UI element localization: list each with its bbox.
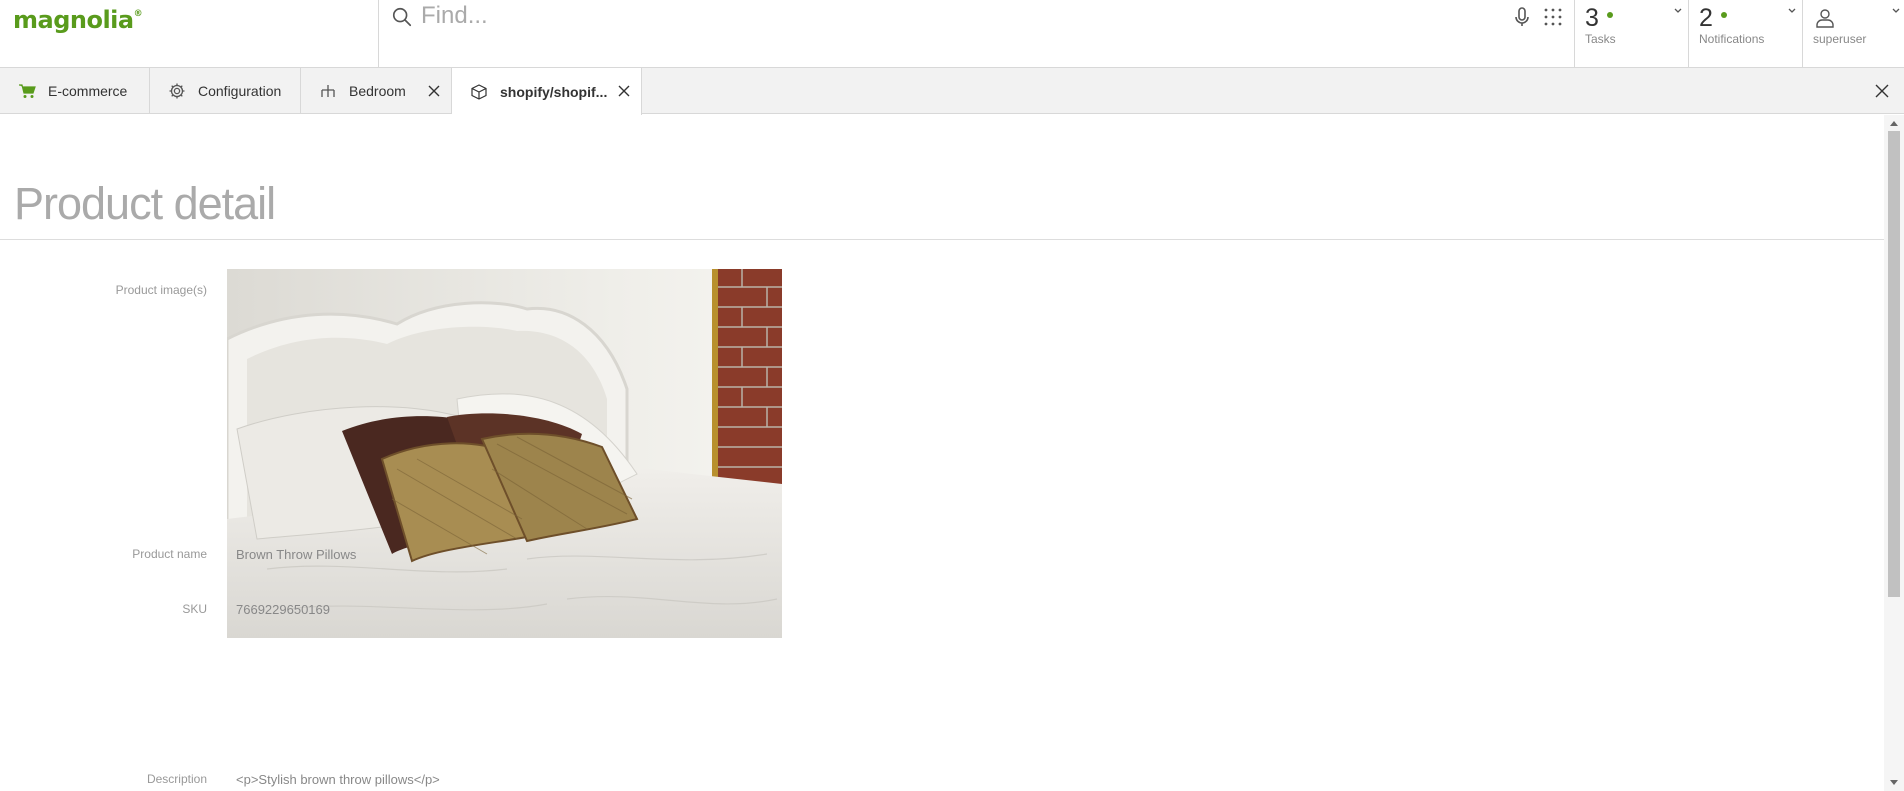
tab-label: Bedroom	[349, 83, 406, 99]
search-input[interactable]	[421, 0, 1321, 32]
app-tab-bar: E-commerce Configuration Bedroom shopify…	[0, 68, 1904, 115]
cart-icon	[19, 84, 36, 98]
logo-text: magnolia	[13, 6, 134, 34]
bedroom-pillows-photo	[227, 269, 782, 638]
tab-label: E-commerce	[48, 83, 128, 99]
sku-value: 7669229650169	[236, 602, 330, 617]
product-name-label: Product name	[132, 547, 207, 561]
scroll-down-arrow-icon[interactable]	[1889, 779, 1899, 787]
product-image	[227, 269, 782, 638]
search-bar	[378, 0, 1574, 68]
chevron-down-icon[interactable]	[1673, 6, 1683, 16]
close-icon[interactable]	[617, 84, 631, 98]
scrollbar-thumb[interactable]	[1888, 131, 1900, 597]
search-icon[interactable]	[391, 6, 413, 28]
sku-label: SKU	[182, 602, 207, 616]
page-title: Product detail	[14, 178, 276, 229]
close-icon[interactable]	[427, 84, 441, 98]
tab-label: shopify/shopif...	[500, 83, 608, 100]
product-detail-panel: Product detail Product image(s) Product …	[0, 115, 1884, 791]
notifications-status-dot	[1721, 12, 1727, 18]
notifications-count: 2	[1699, 4, 1713, 32]
tab-configuration[interactable]: Configuration	[150, 68, 301, 114]
gear-icon	[169, 83, 185, 99]
tab-label: Configuration	[198, 83, 282, 99]
cube-icon	[471, 83, 487, 100]
tasks-status-dot	[1607, 12, 1613, 18]
user-icon	[1816, 9, 1834, 28]
tasks-count: 3	[1585, 4, 1599, 32]
user-label: superuser	[1813, 32, 1867, 46]
scroll-up-arrow-icon[interactable]	[1889, 119, 1899, 127]
description-value: <p>Stylish brown throw pillows</p>	[236, 772, 440, 787]
user-menu[interactable]: superuser	[1802, 0, 1904, 68]
notifications-indicator[interactable]: 2 Notifications	[1688, 0, 1802, 68]
app-launcher-icon[interactable]	[1543, 7, 1563, 27]
tab-bedroom[interactable]: Bedroom	[301, 68, 452, 114]
logo-registered-mark: ®	[133, 9, 143, 19]
hierarchy-icon	[321, 85, 335, 97]
product-images-label: Product image(s)	[115, 283, 207, 297]
title-divider	[0, 239, 1884, 240]
app-header: magnolia® 3 Tasks 2 Notifications superu…	[0, 0, 1904, 68]
magnolia-logo[interactable]: magnolia®	[13, 6, 143, 34]
tab-e-commerce[interactable]: E-commerce	[0, 68, 150, 114]
tasks-indicator[interactable]: 3 Tasks	[1574, 0, 1688, 68]
product-name-value: Brown Throw Pillows	[236, 547, 357, 562]
description-label: Description	[146, 772, 207, 786]
chevron-down-icon[interactable]	[1891, 6, 1901, 16]
content-scrollbar[interactable]	[1884, 115, 1904, 791]
tasks-label: Tasks	[1585, 32, 1616, 46]
chevron-down-icon[interactable]	[1787, 6, 1797, 16]
microphone-icon[interactable]	[1512, 6, 1532, 28]
notifications-label: Notifications	[1699, 32, 1765, 46]
tab-shopify-product[interactable]: shopify/shopif...	[452, 68, 642, 115]
close-all-icon[interactable]	[1874, 83, 1890, 99]
